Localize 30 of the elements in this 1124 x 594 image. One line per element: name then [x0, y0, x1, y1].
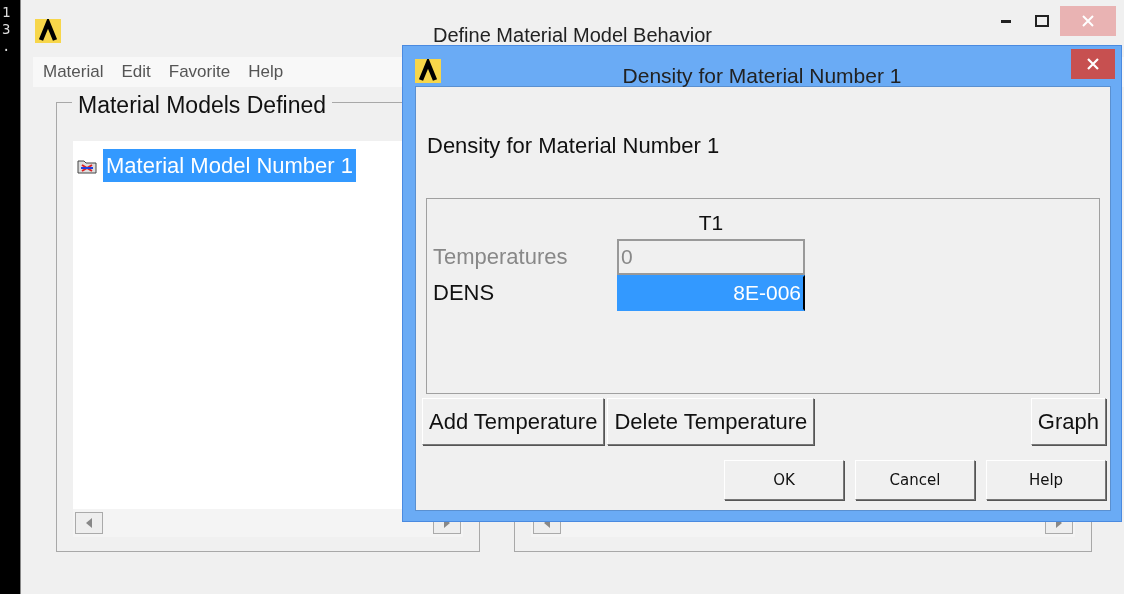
dialog-heading: Density for Material Number 1	[427, 132, 721, 160]
minimize-icon	[1001, 19, 1011, 23]
close-icon	[1081, 14, 1095, 28]
left-arrow-icon	[86, 518, 92, 528]
dialog-button[interactable]: OK	[724, 460, 844, 500]
table-button[interactable]: Delete Temperature	[607, 398, 815, 445]
dialog-button[interactable]: Cancel	[855, 460, 975, 500]
logo-icon	[35, 18, 61, 43]
menu-item[interactable]: Material	[43, 59, 104, 85]
console-text: 3	[2, 21, 12, 38]
column-header: T1	[697, 210, 725, 236]
dialog-title: Density for Material Number 1	[622, 64, 902, 87]
menu-item[interactable]: Help	[248, 59, 284, 85]
console-text: 1	[2, 4, 12, 21]
maximize-icon	[1035, 15, 1049, 27]
table-button[interactable]: Graph	[1030, 398, 1106, 445]
close-icon	[1086, 57, 1100, 71]
close-button[interactable]	[1071, 49, 1115, 79]
row-label: DENS	[433, 279, 496, 307]
table-button[interactable]: Add Temperature	[422, 398, 605, 445]
window-title: Define Material Model Behavior	[433, 24, 712, 46]
logo-icon	[415, 58, 441, 83]
console-text: .	[2, 38, 12, 55]
dialog-button[interactable]: Help	[986, 460, 1106, 500]
folder-icon	[77, 158, 97, 175]
scroll-bar[interactable]	[73, 509, 463, 537]
menu-item[interactable]: Edit	[121, 59, 151, 85]
scroll-left-button[interactable]	[75, 512, 103, 534]
menu-item[interactable]: Favorite	[168, 59, 231, 85]
row-label: Temperatures	[433, 243, 569, 271]
